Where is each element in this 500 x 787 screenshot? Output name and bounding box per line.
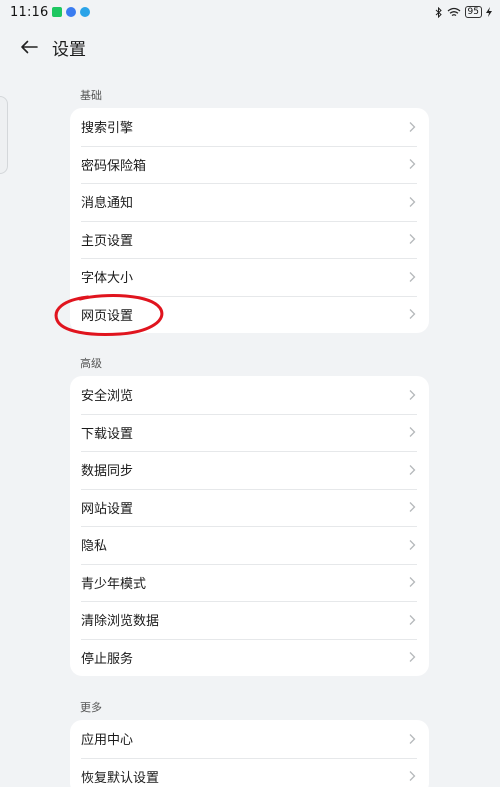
app-notification-icon	[66, 7, 77, 17]
settings-item-stop-service[interactable]: 停止服务	[70, 638, 429, 677]
settings-item-homepage[interactable]: 主页设置	[70, 220, 429, 259]
chevron-right-icon	[409, 614, 416, 625]
chevron-right-icon	[409, 427, 416, 438]
settings-item-label: 数据同步	[81, 464, 134, 480]
settings-item-label: 清除浏览数据	[81, 614, 160, 630]
status-left: 11:16	[10, 4, 91, 20]
battery-level: 95	[464, 6, 482, 18]
section-label-advanced: 高级	[80, 357, 102, 370]
chevron-right-icon	[409, 196, 416, 207]
settings-item-safe-browsing[interactable]: 安全浏览	[70, 376, 429, 414]
settings-item-restore-defaults[interactable]: 恢复默认设置	[70, 757, 429, 787]
settings-page: 11:16 95 设置 基础 搜索引擎 密码保险箱 消息通知 主页设置 字体大小…	[0, 0, 500, 787]
settings-item-label: 搜索引擎	[81, 121, 134, 137]
settings-item-label: 消息通知	[81, 196, 134, 212]
chevron-right-icon	[409, 652, 416, 663]
settings-item-label: 应用中心	[81, 733, 134, 749]
chevron-right-icon	[409, 159, 416, 170]
chevron-right-icon	[409, 771, 416, 782]
settings-item-label: 字体大小	[81, 271, 134, 287]
status-bar: 11:16 95	[0, 0, 500, 24]
charging-icon	[486, 7, 492, 17]
settings-item-app-center[interactable]: 应用中心	[70, 720, 429, 758]
chevron-right-icon	[409, 271, 416, 282]
browser-notification-icon	[80, 7, 91, 17]
page-title: 设置	[52, 39, 86, 60]
settings-item-privacy[interactable]: 隐私	[70, 526, 429, 564]
settings-item-label: 网页设置	[81, 308, 134, 324]
status-right: 95	[435, 6, 492, 18]
settings-item-label: 恢复默认设置	[81, 770, 160, 786]
chevron-right-icon	[409, 539, 416, 550]
settings-item-label: 青少年模式	[81, 576, 147, 592]
settings-item-search-engine[interactable]: 搜索引擎	[70, 108, 429, 146]
chevron-right-icon	[409, 733, 416, 744]
chevron-right-icon	[409, 309, 416, 320]
settings-item-label: 隐私	[81, 539, 108, 555]
settings-item-label: 安全浏览	[81, 389, 134, 405]
settings-item-font-size[interactable]: 字体大小	[70, 258, 429, 296]
section-label-basic: 基础	[80, 89, 102, 102]
settings-card-advanced: 安全浏览 下载设置 数据同步 网站设置 隐私 青少年模式 清除浏览数据 停止服务	[70, 376, 429, 676]
wifi-icon	[447, 7, 460, 16]
side-drawer-handle[interactable]	[0, 96, 8, 174]
wechat-notification-icon	[52, 7, 63, 17]
chevron-right-icon	[409, 464, 416, 475]
settings-item-download[interactable]: 下载设置	[70, 413, 429, 452]
settings-item-password-vault[interactable]: 密码保险箱	[70, 145, 429, 184]
settings-item-label: 密码保险箱	[81, 158, 147, 174]
chevron-right-icon	[409, 389, 416, 400]
settings-card-more: 应用中心 恢复默认设置	[70, 720, 429, 787]
back-button[interactable]	[14, 32, 44, 62]
settings-item-label: 网站设置	[81, 501, 134, 517]
chevron-right-icon	[409, 577, 416, 588]
settings-item-data-sync[interactable]: 数据同步	[70, 451, 429, 489]
settings-item-webpage[interactable]: 网页设置	[70, 295, 429, 334]
section-label-more: 更多	[80, 701, 102, 714]
chevron-right-icon	[409, 234, 416, 245]
settings-item-label: 主页设置	[81, 233, 134, 249]
settings-item-notifications[interactable]: 消息通知	[70, 183, 429, 221]
settings-item-clear-data[interactable]: 清除浏览数据	[70, 601, 429, 639]
status-time: 11:16	[10, 4, 49, 20]
settings-item-site-settings[interactable]: 网站设置	[70, 488, 429, 527]
bluetooth-icon	[435, 6, 442, 18]
chevron-right-icon	[409, 502, 416, 513]
header: 设置	[0, 30, 500, 64]
chevron-right-icon	[409, 121, 416, 132]
arrow-left-icon	[21, 40, 38, 54]
settings-item-youth-mode[interactable]: 青少年模式	[70, 563, 429, 602]
settings-card-basic: 搜索引擎 密码保险箱 消息通知 主页设置 字体大小 网页设置	[70, 108, 429, 333]
settings-item-label: 停止服务	[81, 651, 134, 667]
settings-item-label: 下载设置	[81, 426, 134, 442]
